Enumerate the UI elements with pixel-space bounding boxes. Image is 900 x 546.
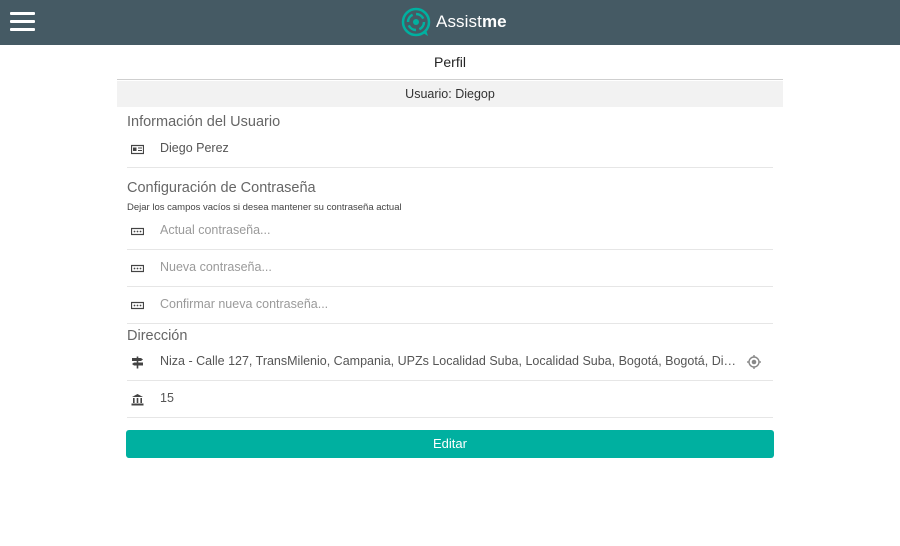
brand-prefix: Assist bbox=[436, 12, 482, 31]
password-hint: Dejar los campos vacíos si desea mantene… bbox=[127, 202, 402, 213]
locate-target-icon[interactable] bbox=[747, 355, 761, 369]
id-card-icon bbox=[131, 144, 144, 155]
top-navbar: Assistme bbox=[0, 0, 900, 45]
brand-suffix: me bbox=[481, 12, 507, 31]
hamburger-menu-icon[interactable] bbox=[10, 12, 35, 32]
page-title: Perfil bbox=[117, 45, 783, 80]
full-name-value: Diego Perez bbox=[160, 141, 229, 155]
address-number-field[interactable]: 15 bbox=[127, 381, 773, 418]
username-bar: Usuario: Diegop bbox=[117, 81, 783, 107]
current-password-input[interactable] bbox=[160, 223, 750, 237]
confirm-password-input[interactable] bbox=[160, 297, 750, 311]
address-value: Niza - Calle 127, TransMilenio, Campania… bbox=[160, 354, 740, 368]
password-field-icon bbox=[131, 264, 144, 273]
full-name-field[interactable]: Diego Perez bbox=[127, 131, 773, 168]
current-password-field[interactable] bbox=[127, 213, 773, 250]
confirm-password-field[interactable] bbox=[127, 287, 773, 324]
password-field-icon bbox=[131, 301, 144, 310]
address-number-value: 15 bbox=[160, 391, 174, 405]
password-field-icon bbox=[131, 227, 144, 236]
signpost-icon bbox=[132, 356, 143, 369]
brand-name: Assistme bbox=[436, 12, 507, 32]
brand: Assistme bbox=[401, 7, 507, 37]
address-field[interactable]: Niza - Calle 127, TransMilenio, Campania… bbox=[127, 344, 773, 381]
edit-button[interactable]: Editar bbox=[126, 430, 774, 458]
address-section-title: Dirección bbox=[127, 328, 188, 344]
new-password-input[interactable] bbox=[160, 260, 750, 274]
password-section-title: Configuración de Contraseña bbox=[127, 180, 316, 196]
new-password-field[interactable] bbox=[127, 250, 773, 287]
assistme-logo-icon bbox=[401, 7, 431, 37]
user-info-title: Información del Usuario bbox=[127, 114, 281, 130]
building-icon bbox=[131, 394, 144, 406]
